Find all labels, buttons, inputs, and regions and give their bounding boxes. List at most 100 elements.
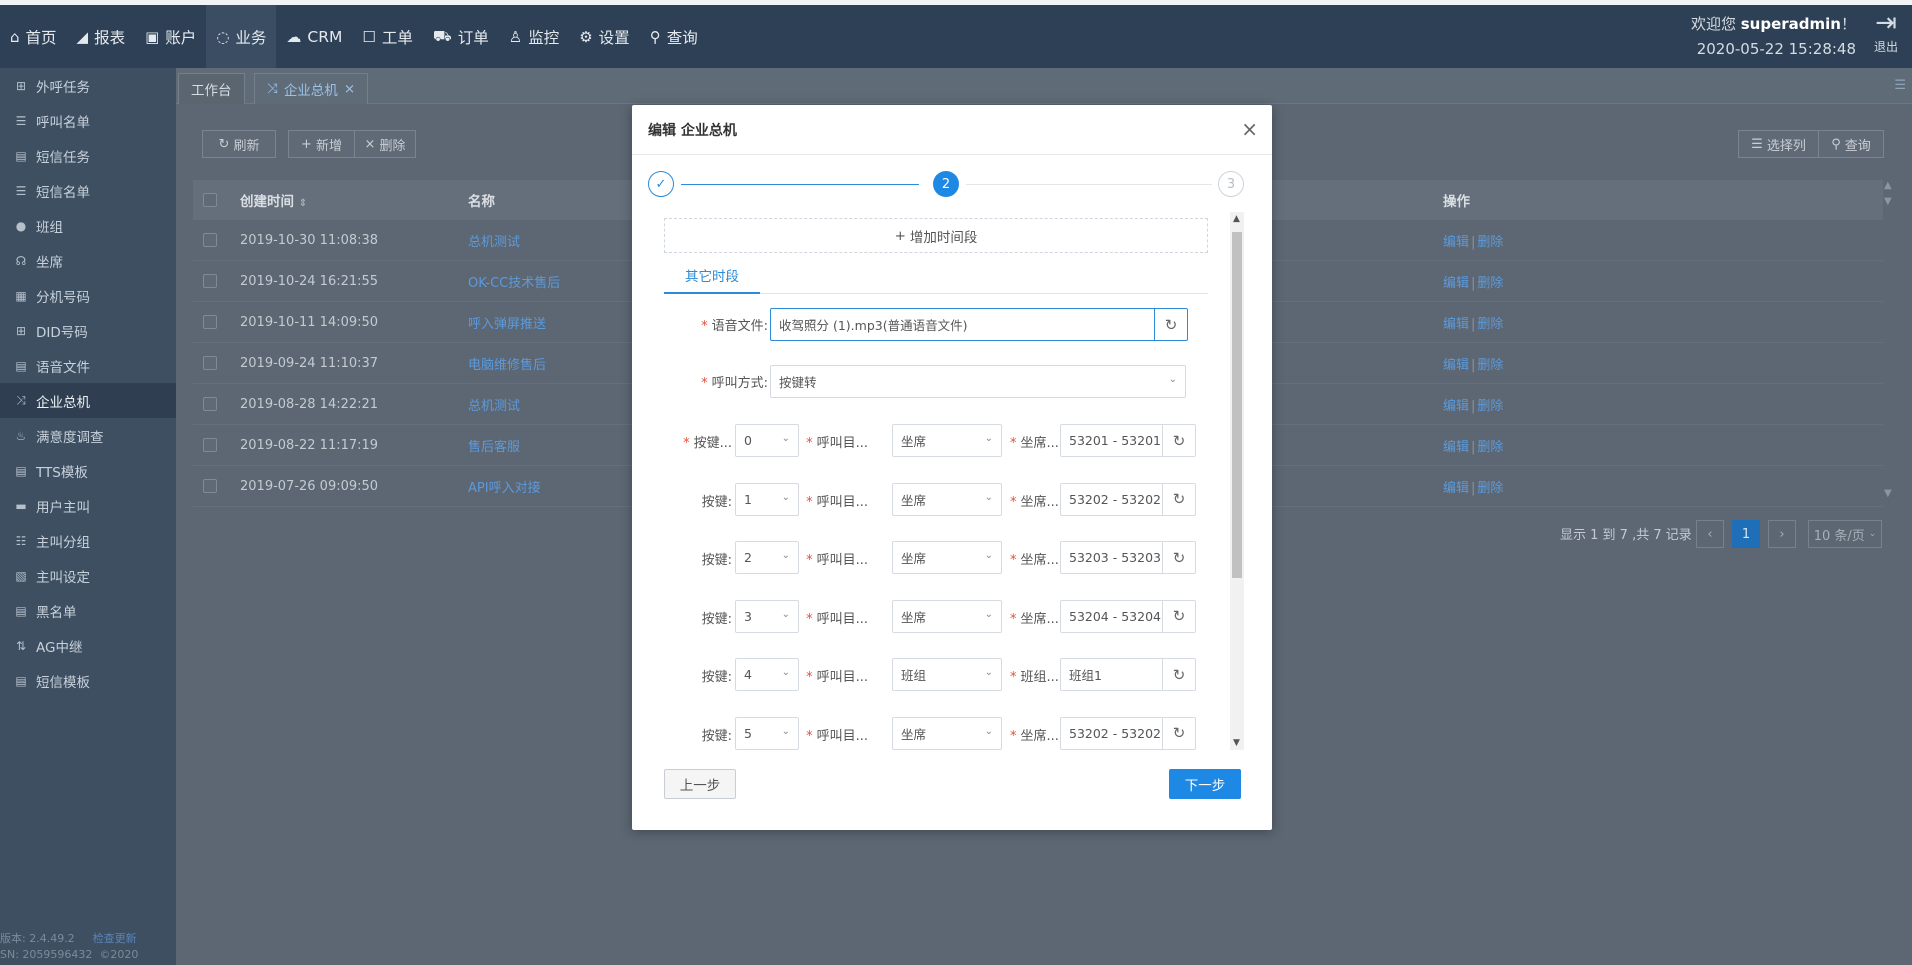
page-1-button[interactable]: 1 [1732, 520, 1760, 548]
sidebar-item[interactable]: ▧ 主叫设定 [0, 558, 176, 593]
nav-search[interactable]: ⚲ 查询 [640, 5, 708, 68]
next-step-button[interactable]: 下一步 [1169, 769, 1241, 799]
col-created-time[interactable]: 创建时间 ⇕ [240, 190, 307, 210]
table-scroll-up[interactable]: ▲ [1884, 180, 1892, 191]
row-name-link[interactable]: 呼入弹屏推送 [468, 313, 546, 332]
tab-menu-icon[interactable]: ☰ [1894, 78, 1906, 93]
row-checkbox[interactable] [203, 274, 217, 288]
sidebar-item[interactable]: ▤ TTS模板 [0, 453, 176, 488]
nav-ticket[interactable]: ☐ 工单 [352, 5, 422, 68]
sidebar-item[interactable]: ▬ 用户主叫 [0, 488, 176, 523]
key-select[interactable]: 2 ⌄ [735, 541, 799, 574]
add-button[interactable]: + 新增 [288, 130, 354, 158]
call-target-select[interactable]: 班组 ⌄ [892, 658, 1002, 691]
add-period-button[interactable]: + 增加时间段 [664, 218, 1208, 253]
row-checkbox[interactable] [203, 438, 217, 452]
check-update-link[interactable]: 检查更新 [93, 932, 137, 945]
call-target-select[interactable]: 坐席 ⌄ [892, 541, 1002, 574]
step-1-done[interactable]: ✓ [648, 171, 674, 197]
call-target-select[interactable]: 坐席 ⌄ [892, 482, 1002, 516]
edit-link[interactable]: 编辑 [1443, 440, 1469, 455]
destination-refresh-button[interactable]: ↻ [1162, 717, 1195, 749]
key-select[interactable]: 4 ⌄ [735, 658, 799, 691]
step-3-pending[interactable]: 3 [1218, 171, 1244, 197]
delete-link[interactable]: 删除 [1477, 317, 1503, 332]
destination-select[interactable]: 53203 - 53203 ↻ [1060, 541, 1196, 574]
destination-refresh-button[interactable]: ↻ [1162, 659, 1195, 690]
delete-link[interactable]: 删除 [1477, 276, 1503, 291]
modal-scrollbar[interactable]: ▲ ▼ [1230, 212, 1244, 750]
sidebar-item[interactable]: ⤨ 企业总机 [0, 383, 176, 418]
destination-refresh-button[interactable]: ↻ [1162, 600, 1195, 632]
row-checkbox[interactable] [203, 356, 217, 370]
query-button[interactable]: ⚲ 查询 [1818, 130, 1884, 158]
nav-report[interactable]: ◢ 报表 [67, 5, 136, 68]
nav-cart[interactable]: ⛟ 订单 [423, 5, 499, 68]
delete-link[interactable]: 删除 [1477, 235, 1503, 250]
step-2-current[interactable]: 2 [933, 171, 959, 197]
destination-select[interactable]: 53201 - 53201 ↻ [1060, 424, 1196, 457]
sidebar-item[interactable]: ☰ 呼叫名单 [0, 103, 176, 138]
sort-icon[interactable]: ⇕ [299, 198, 307, 209]
destination-refresh-button[interactable]: ↻ [1162, 483, 1195, 515]
key-select[interactable]: 3 ⌄ [735, 599, 799, 633]
nav-home[interactable]: ⌂ 首页 [0, 5, 67, 68]
delete-link[interactable]: 删除 [1477, 440, 1503, 455]
table-scroll-down[interactable]: ▼ [1884, 488, 1892, 499]
row-name-link[interactable]: API呼入对接 [468, 477, 541, 496]
row-name-link[interactable]: 售后客服 [468, 436, 520, 455]
call-mode-select[interactable]: 按键转 ⌄ [770, 365, 1186, 398]
nav-business[interactable]: ◌ 业务 [206, 5, 277, 68]
edit-link[interactable]: 编辑 [1443, 235, 1469, 250]
tab-close-icon[interactable]: × [344, 81, 355, 97]
delete-link[interactable]: 删除 [1477, 399, 1503, 414]
sidebar-item[interactable]: ▤ 黑名单 [0, 593, 176, 628]
edit-link[interactable]: 编辑 [1443, 358, 1469, 373]
call-target-select[interactable]: 坐席 ⌄ [892, 716, 1002, 750]
sidebar-item[interactable]: ☊ 坐席 [0, 243, 176, 278]
sidebar-item[interactable]: ♨ 满意度调查 [0, 418, 176, 453]
destination-refresh-button[interactable]: ↻ [1162, 425, 1195, 456]
sidebar-item[interactable]: ☰ 短信名单 [0, 173, 176, 208]
sidebar-item[interactable]: ⊞ 外呼任务 [0, 68, 176, 103]
row-checkbox[interactable] [203, 233, 217, 247]
delete-link[interactable]: 删除 [1477, 481, 1503, 496]
edit-link[interactable]: 编辑 [1443, 317, 1469, 332]
destination-select[interactable]: 53204 - 53204 ↻ [1060, 599, 1196, 633]
sidebar-item[interactable]: ▤ 短信模板 [0, 663, 176, 698]
row-name-link[interactable]: 总机测试 [468, 395, 520, 414]
sidebar-item[interactable]: ⊞ DID号码 [0, 313, 176, 348]
nav-monitor[interactable]: ♙ 监控 [499, 5, 569, 68]
next-page-button[interactable]: › [1768, 520, 1796, 548]
sidebar-item[interactable]: ▤ 语音文件 [0, 348, 176, 383]
destination-select[interactable]: 53202 - 53202 ↻ [1060, 716, 1196, 750]
row-checkbox[interactable] [203, 479, 217, 493]
key-select[interactable]: 5 ⌄ [735, 716, 799, 750]
scroll-up-icon[interactable]: ▲ [1233, 214, 1240, 224]
sidebar-item[interactable]: ● 班组 [0, 208, 176, 243]
voice-file-select[interactable]: 收驾照分 (1).mp3(普通语音文件) ↻ [770, 308, 1188, 341]
refresh-button[interactable]: ↻ 刷新 [202, 130, 276, 158]
scroll-down-icon[interactable]: ▼ [1233, 738, 1240, 748]
select-all-checkbox[interactable] [203, 193, 217, 207]
scroll-thumb[interactable] [1232, 232, 1242, 578]
prev-page-button[interactable]: ‹ [1696, 520, 1724, 548]
destination-select[interactable]: 53202 - 53202 ↻ [1060, 482, 1196, 516]
destination-select[interactable]: 班组1 ↻ [1060, 658, 1196, 691]
delete-button[interactable]: × 删除 [354, 130, 416, 158]
edit-link[interactable]: 编辑 [1443, 276, 1469, 291]
username[interactable]: superadmin [1741, 15, 1841, 33]
row-checkbox[interactable] [203, 315, 217, 329]
key-select[interactable]: 1 ⌄ [735, 482, 799, 516]
voice-refresh-button[interactable]: ↻ [1154, 309, 1187, 340]
tab-workbench[interactable]: 工作台 [178, 73, 245, 104]
sidebar-item[interactable]: ☷ 主叫分组 [0, 523, 176, 558]
modal-close-icon[interactable]: × [1241, 117, 1258, 141]
delete-link[interactable]: 删除 [1477, 358, 1503, 373]
logout-button[interactable]: ⇥ 退出 [1864, 8, 1908, 55]
nav-crm[interactable]: ☁ CRM [276, 5, 352, 68]
table-scroll-down-top[interactable]: ▼ [1884, 196, 1892, 207]
nav-account[interactable]: ▣ 账户 [135, 5, 206, 68]
sidebar-item[interactable]: ⇅ AG中继 [0, 628, 176, 663]
call-target-select[interactable]: 坐席 ⌄ [892, 424, 1002, 457]
